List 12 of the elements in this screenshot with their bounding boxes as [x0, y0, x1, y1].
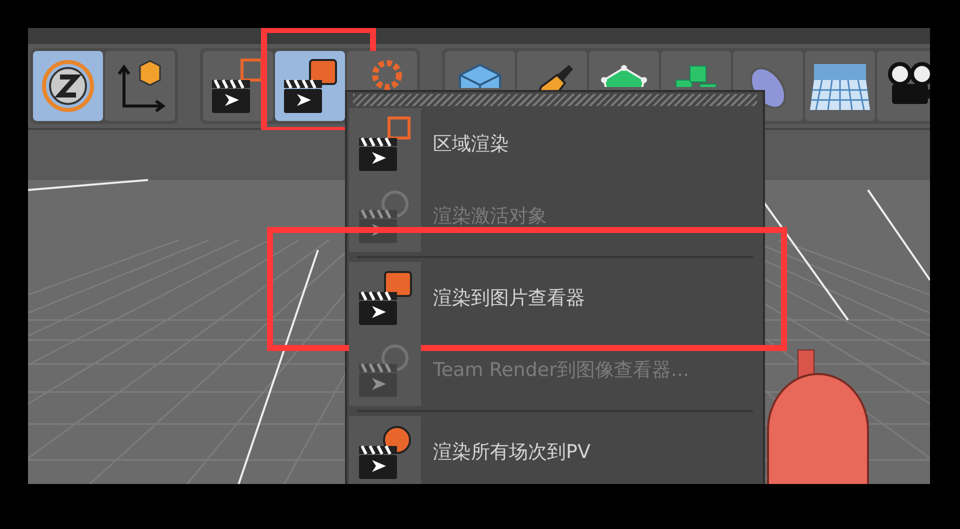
cubes-icon [675, 65, 717, 87]
toolbar-button[interactable] [877, 51, 930, 121]
z-circle-icon [40, 58, 96, 114]
toolbar-button[interactable] [203, 51, 273, 121]
menu-item[interactable]: 渲染所有场次到PV [347, 416, 763, 484]
menu-item[interactable]: 区域渲染 [347, 108, 763, 180]
toolbar-button[interactable] [275, 51, 345, 121]
menu-item[interactable]: 渲染到图片查看器 [347, 262, 763, 334]
toolbar-button[interactable] [33, 51, 103, 121]
cube-icon [459, 64, 501, 88]
gear-icon [372, 60, 402, 90]
toolbar-button[interactable] [105, 51, 175, 121]
